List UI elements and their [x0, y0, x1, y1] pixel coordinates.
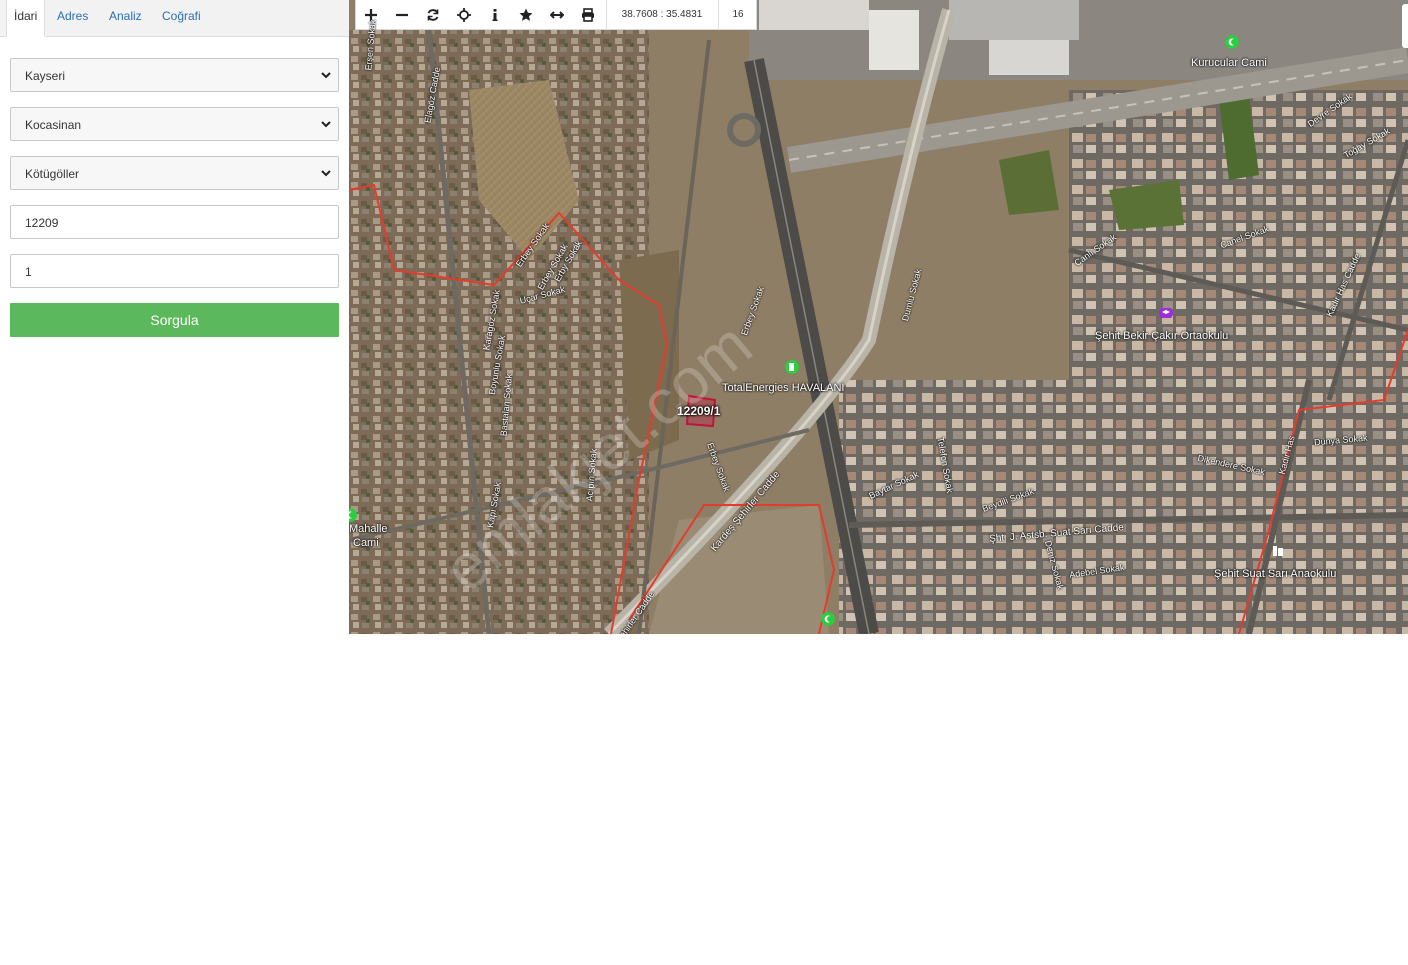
- place-label-school: Şehit Bekir Çakır Ortaokulu: [1095, 330, 1229, 342]
- district-select[interactable]: Kocasinan: [10, 107, 339, 141]
- measure-icon: [550, 11, 564, 19]
- info-icon: [492, 9, 498, 21]
- coordinate-readout: 38.7608 : 35.4831: [621, 9, 703, 20]
- place-label-cami: Cami: [353, 537, 379, 549]
- district-select-value: Kocasinan: [25, 118, 82, 132]
- locate-button[interactable]: [449, 0, 480, 30]
- zoom-level-readout: 16: [718, 0, 757, 30]
- block-input[interactable]: 12209: [10, 205, 339, 239]
- parcel-input[interactable]: 1: [10, 254, 339, 288]
- query-panel: İdari Adres Analiz Coğrafi Kayseri Kocas…: [0, 0, 349, 634]
- parcel-input-value: 1: [25, 265, 32, 279]
- star-icon: [519, 8, 533, 21]
- neighborhood-select[interactable]: Kötügöller: [10, 156, 339, 190]
- tab-cografi[interactable]: Coğrafi: [162, 0, 201, 36]
- refresh-icon: [427, 9, 439, 21]
- mosque-icon[interactable]: [821, 612, 835, 626]
- chevron-down-icon: [321, 121, 331, 128]
- print-icon: [582, 8, 594, 22]
- tab-analiz[interactable]: Analiz: [109, 0, 142, 36]
- refresh-button[interactable]: [418, 0, 449, 30]
- kindergarten-icon[interactable]: [1271, 544, 1285, 558]
- map-toolbar: 38.7608 : 35.4831 16: [355, 0, 757, 30]
- print-button[interactable]: [573, 0, 604, 30]
- chevron-down-icon: [321, 170, 331, 177]
- mosque-icon[interactable]: [1225, 35, 1239, 49]
- tab-adres[interactable]: Adres: [57, 0, 88, 36]
- query-button[interactable]: Sorgula: [10, 303, 339, 337]
- zoom-out-button[interactable]: [387, 0, 418, 30]
- neighborhood-select-value: Kötügöller: [25, 167, 80, 181]
- layer-toggle-button[interactable]: [1402, 4, 1408, 48]
- tab-bar: İdari Adres Analiz Coğrafi: [0, 0, 349, 37]
- school-icon[interactable]: [1159, 306, 1173, 320]
- fuel-station-icon[interactable]: [785, 360, 799, 374]
- favorite-button[interactable]: [511, 0, 542, 30]
- province-select-value: Kayseri: [25, 69, 66, 83]
- place-label-kindergarten: Şehit Suat Sarı Anaokulu: [1214, 568, 1337, 580]
- measure-button[interactable]: [542, 0, 573, 30]
- province-select[interactable]: Kayseri: [10, 58, 339, 92]
- chevron-down-icon: [321, 72, 331, 79]
- block-input-value: 12209: [25, 216, 59, 230]
- zoom-out-icon: [396, 13, 408, 17]
- map-view[interactable]: 38.7608 : 35.4831 16 Kurucular Cami Tota…: [349, 0, 1408, 634]
- locate-icon: [457, 8, 471, 22]
- tab-idari[interactable]: İdari: [6, 0, 46, 37]
- place-label-kurucular-cami: Kurucular Cami: [1191, 57, 1267, 69]
- place-label-mahalle: Mahalle: [349, 523, 388, 535]
- info-button[interactable]: [480, 0, 511, 30]
